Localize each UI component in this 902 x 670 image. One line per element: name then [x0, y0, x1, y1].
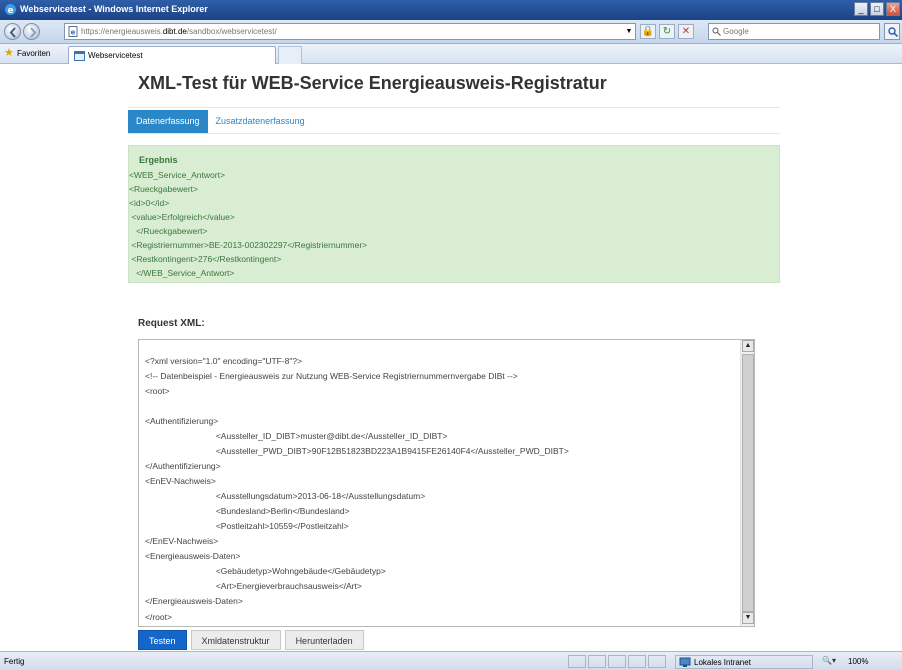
status-pane	[588, 655, 606, 668]
code-line: <Authentifizierung>	[145, 416, 219, 426]
intranet-icon	[679, 657, 691, 667]
result-line: <Restkontingent>276</Restkontingent>	[129, 254, 282, 264]
ie-logo-icon: e	[5, 4, 16, 16]
back-arrow-icon	[9, 27, 16, 38]
result-line: </Rueckgabewert>	[129, 226, 208, 236]
forward-button[interactable]	[23, 23, 40, 40]
navigation-bar: e https://energieausweis. dibt.de/sandbox…	[0, 20, 902, 44]
address-dropdown-button[interactable]: ▼	[623, 24, 635, 39]
forward-arrow-icon	[30, 27, 37, 38]
result-line: <Rueckgabewert>	[129, 184, 198, 194]
search-engine-icon	[712, 27, 721, 36]
code-line: </Energieausweis-Daten>	[145, 596, 243, 606]
result-panel: Ergebnis <WEB_Service_Antwort> <Rueckgab…	[128, 145, 780, 283]
result-line: </WEB_Service_Antwort>	[129, 268, 235, 278]
code-line: <Ausstellungsdatum>2013-06-18</Ausstellu…	[145, 491, 426, 501]
status-pane	[608, 655, 626, 668]
action-buttons: Testen Xmldatenstruktur Herunterladen	[138, 630, 364, 650]
close-button[interactable]: X	[886, 2, 900, 16]
status-panes	[568, 655, 666, 668]
security-zone[interactable]: Lokales Intranet	[675, 655, 813, 669]
textarea-scrollbar[interactable]: ▲ ▼	[740, 340, 754, 626]
result-line: <Registriernummer>BE-2013-002302297</Reg…	[129, 240, 368, 250]
status-pane	[628, 655, 646, 668]
search-input[interactable]: Google	[708, 23, 880, 40]
address-bar[interactable]: e https://energieausweis. dibt.de/sandbox…	[64, 23, 636, 40]
favorites-button[interactable]: Favoriten	[17, 49, 50, 58]
window-title: Webservicetest - Windows Internet Explor…	[20, 4, 208, 14]
svg-text:e: e	[71, 29, 76, 37]
request-xml-textarea[interactable]: <?xml version="1.0" encoding="UTF-8"?> <…	[138, 339, 755, 627]
status-bar: Fertig Lokales Intranet 🔍▾ 100%	[0, 651, 902, 670]
tab-title: Webservicetest	[88, 51, 143, 60]
code-line: <?xml version="1.0" encoding="UTF-8"?>	[145, 356, 303, 366]
browser-tab[interactable]: Webservicetest	[68, 46, 276, 64]
refresh-icon[interactable]: ↻	[659, 24, 675, 39]
page-tabs: Datenerfassung Zusatzdatenerfassung	[128, 110, 313, 134]
address-actions: 🔒 ↻ ✕	[640, 24, 694, 39]
zoom-control[interactable]: 🔍▾ 100%	[822, 655, 900, 669]
code-line: <Energieausweis-Daten>	[145, 551, 241, 561]
favorites-bar: ★ Favoriten Webservicetest	[0, 44, 902, 64]
result-line: <value>Erfolgreich</value>	[129, 212, 235, 222]
code-line: <!-- Datenbeispiel - Energieausweis zur …	[145, 371, 518, 381]
title-divider	[128, 107, 780, 108]
zoom-level: 100%	[848, 657, 869, 666]
scroll-down-icon[interactable]: ▼	[742, 612, 754, 624]
code-line: <Postleitzahl>10559</Postleitzahl>	[145, 521, 349, 531]
code-line: <root>	[145, 386, 170, 396]
code-line: <Aussteller_ID_DIBT>muster@dibt.de</Auss…	[145, 431, 448, 441]
search-button[interactable]	[884, 23, 900, 40]
back-button[interactable]	[4, 23, 21, 40]
result-line: <WEB_Service_Antwort>	[129, 170, 225, 180]
page-content: XML-Test für WEB-Service Energieausweis-…	[0, 65, 902, 651]
new-tab-button[interactable]	[278, 46, 302, 64]
code-line: <Aussteller_PWD_DIBT>90F12B51823BD223A1B…	[145, 446, 569, 456]
url-domain: dibt.de	[162, 27, 187, 36]
window-titlebar: e Webservicetest - Windows Internet Expl…	[0, 0, 902, 20]
url-prefix: https://energieausweis.	[81, 27, 163, 36]
search-placeholder: Google	[723, 27, 749, 36]
tab-page-icon	[74, 51, 85, 61]
stop-icon[interactable]: ✕	[678, 24, 694, 39]
window-controls: _ □ X	[854, 2, 900, 16]
scroll-thumb[interactable]	[742, 354, 754, 612]
status-text: Fertig	[4, 657, 25, 666]
xml-structure-button[interactable]: Xmldatenstruktur	[190, 630, 281, 650]
code-line: </Authentifizierung>	[145, 461, 221, 471]
svg-text:e: e	[7, 6, 13, 16]
minimize-button[interactable]: _	[854, 2, 868, 16]
result-line: <id>0</id>	[129, 198, 170, 208]
scroll-up-icon[interactable]: ▲	[742, 340, 754, 352]
page-title: XML-Test für WEB-Service Energieausweis-…	[138, 73, 607, 93]
status-pane	[648, 655, 666, 668]
lock-icon[interactable]: 🔒	[640, 24, 656, 39]
code-line: <Art>Energieverbrauchsausweis</Art>	[145, 581, 362, 591]
favorites-star-icon[interactable]: ★	[4, 48, 14, 59]
url-path: /sandbox/webservicetest/	[186, 27, 277, 36]
status-pane	[568, 655, 586, 668]
request-xml-label: Request XML:	[138, 318, 205, 329]
zoom-icon: 🔍▾	[822, 656, 836, 665]
code-line: </EnEV-Nachweis>	[145, 536, 219, 546]
code-line: </root>	[145, 612, 172, 622]
test-button[interactable]: Testen	[138, 630, 187, 650]
zone-label: Lokales Intranet	[694, 658, 751, 667]
code-line: <Gebäudetyp>Wohngebäude</Gebäudetyp>	[145, 566, 386, 576]
tab-datenerfassung[interactable]: Datenerfassung	[128, 110, 208, 133]
tabs-divider	[128, 133, 780, 134]
code-line: <Bundesland>Berlin</Bundesland>	[145, 506, 350, 516]
result-title: Ergebnis	[139, 155, 178, 165]
page-icon: e	[68, 26, 78, 37]
search-icon	[888, 27, 898, 37]
download-button[interactable]: Herunterladen	[284, 630, 364, 650]
code-line: <EnEV-Nachweis>	[145, 476, 216, 486]
maximize-button[interactable]: □	[870, 2, 884, 16]
tab-zusatzdatenerfassung[interactable]: Zusatzdatenerfassung	[208, 110, 313, 133]
